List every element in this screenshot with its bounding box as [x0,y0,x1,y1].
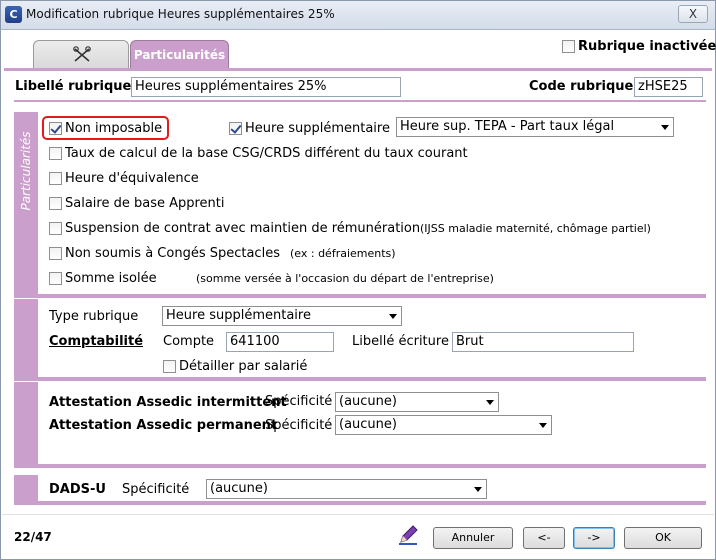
option-checkbox[interactable] [49,197,62,213]
tab-tools[interactable] [33,40,129,68]
assedic-permanent-select[interactable]: (aucune) [335,415,552,435]
option-note: (somme versée à l'occasion du départ de … [196,272,494,285]
assedic-intermittent-value: (aucune) [339,394,397,409]
option-checkbox[interactable] [49,147,62,163]
option-label: Non soumis à Congés Spectacles [65,246,280,261]
non-imposable-checkbox[interactable] [49,122,62,138]
cancel-button[interactable]: Annuler [433,527,513,549]
previous-button[interactable]: <- [523,527,565,549]
detailler-label: Détailler par salarié [179,359,308,374]
option-checkbox[interactable] [49,272,62,288]
type-rubrique-select[interactable]: Heure supplémentaire [162,306,402,326]
option-note: (ex : défraiements) [290,247,396,260]
heure-sup-label: Heure supplémentaire [245,121,390,136]
dads-label: DADS-U [49,482,106,497]
chevron-down-icon [389,314,397,319]
detailler-checkbox[interactable] [163,360,176,376]
next-button[interactable]: -> [573,527,615,549]
option-label: Salaire de base Apprenti [65,196,225,211]
chevron-down-icon [474,487,482,492]
option-checkbox[interactable] [49,172,62,188]
dads-section-stripe [14,475,38,501]
tab-particularites[interactable]: Particularités [130,40,229,69]
heure-sup-select[interactable]: Heure sup. TEPA - Part taux légal [396,117,674,137]
libelle-ecriture-label: Libellé écriture [352,334,449,349]
chevron-down-icon [486,400,494,405]
pen-icon[interactable] [397,524,419,549]
libelle-ecriture-input[interactable]: Brut [452,332,634,352]
option-label: Heure d'équivalence [65,171,199,186]
specificite-label: Spécificité [265,394,333,409]
tab-underline [4,68,712,71]
chevron-down-icon [539,423,547,428]
option-checkbox[interactable] [49,222,62,238]
code-input[interactable]: zHSE25 [634,77,703,97]
particularites-bottom-bar [14,294,706,298]
option-label: Somme isolée [65,271,157,286]
particularites-vertical-title: Particularités [19,131,33,211]
option-note: (IJSS maladie maternité, chômage partiel… [420,222,651,235]
libelle-input[interactable]: Heures supplémentaires 25% [131,77,401,97]
scissors-tool-icon [73,46,91,62]
code-label: Code rubrique [529,79,634,94]
inactive-checkbox[interactable] [562,40,575,56]
compte-label: Compte [163,334,215,349]
option-checkbox[interactable] [49,247,62,263]
footer-divider [2,514,714,515]
assedic-section-stripe [14,382,38,464]
section-top-line [14,100,706,102]
type-rubrique-value: Heure supplémentaire [166,308,311,323]
heure-sup-select-value: Heure sup. TEPA - Part taux légal [400,119,615,134]
ok-button[interactable]: OK [624,527,702,549]
dads-value: (aucune) [210,481,268,496]
type-section-bottom-bar [14,377,706,381]
assedic-permanent-value: (aucune) [339,417,397,432]
assedic-intermittent-label: Attestation Assedic intermittent [49,395,287,410]
specificite-label: Spécificité [265,418,333,433]
window-title: Modification rubrique Heures supplémenta… [26,7,335,21]
close-button[interactable]: X [678,5,708,23]
option-label: Taux de calcul de la base CSG/CRDS diffé… [65,146,468,161]
assedic-intermittent-select[interactable]: (aucune) [335,392,499,412]
comptabilite-link[interactable]: Comptabilité [49,334,143,349]
particularites-stripe: Particularités [14,112,38,294]
dads-select[interactable]: (aucune) [206,479,487,499]
libelle-label: Libellé rubrique [15,79,132,94]
assedic-permanent-label: Attestation Assedic permanent [49,418,278,433]
chevron-down-icon [661,125,669,130]
dads-specificite-label: Spécificité [122,482,190,497]
type-rubrique-label: Type rubrique [49,309,139,324]
compte-input[interactable]: 641100 [226,332,334,352]
heure-sup-checkbox[interactable] [229,122,242,138]
dads-section-bottom-bar [14,501,706,505]
non-imposable-label: Non imposable [65,121,163,136]
type-section-stripe [14,299,38,377]
inactive-label: Rubrique inactivée [578,39,716,54]
record-counter: 22/47 [14,530,52,544]
app-icon: C [5,6,22,23]
option-label: Suspension de contrat avec maintien de r… [65,221,421,236]
assedic-section-bottom-bar [14,464,706,468]
